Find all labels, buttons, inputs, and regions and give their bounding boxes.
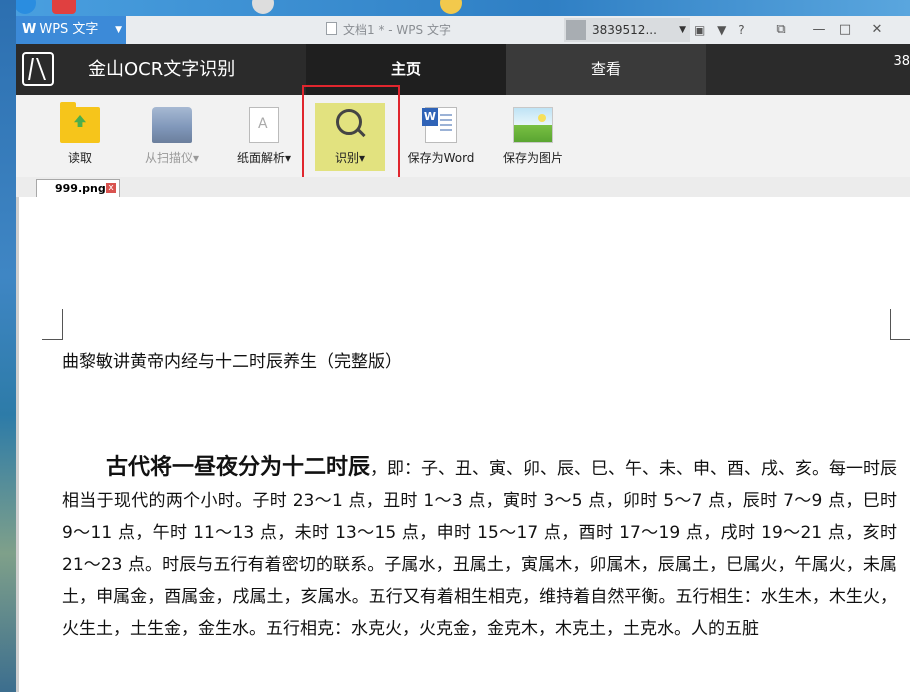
page-layout-icon [249, 107, 279, 143]
document-title-text: 文档1 * - WPS 文字 [343, 23, 451, 37]
document-tab-name: 999.png [55, 182, 106, 195]
chrome-icon[interactable] [252, 0, 274, 14]
document-title: 文档1 * - WPS 文字 [326, 16, 451, 44]
document-lead: 古代将一昼夜分为十二时辰 [106, 454, 371, 480]
app-title: 金山OCR文字识别 [88, 59, 236, 80]
minimize-button[interactable]: — [806, 16, 832, 44]
user-name: 3839512... [592, 23, 657, 37]
chevron-down-icon: ▼ [115, 25, 122, 35]
chevron-down-icon: ▾ [284, 151, 292, 165]
avatar [566, 20, 586, 40]
read-label: 读取 [67, 151, 92, 165]
save-word-button[interactable]: 保存为Word [402, 103, 480, 171]
folder-icon[interactable] [440, 0, 462, 14]
desktop-taskbar [0, 0, 910, 16]
wps-title-bar: W WPS 文字 ▼ 文档1 * - WPS 文字 3839512... ▼ ▣ … [16, 16, 910, 45]
document-page[interactable]: 曲黎敏讲黄帝内经与十二时辰养生（完整版） 古代将一昼夜分为十二时辰，即：子、丑、… [16, 197, 910, 692]
margin-corner-left [42, 309, 63, 340]
tab-view[interactable]: 查看 [506, 44, 706, 95]
close-tab-icon[interactable]: x [106, 183, 116, 193]
scanner-icon [152, 107, 192, 143]
chevron-down-icon: ▾ [192, 151, 200, 165]
save-image-label: 保存为图片 [502, 151, 563, 165]
scanner-button[interactable]: 从扫描仪▾ [134, 103, 210, 171]
document-icon [326, 22, 337, 35]
folder-open-icon [60, 102, 100, 143]
page-analysis-button[interactable]: 纸面解析▾ [226, 103, 302, 171]
read-button[interactable]: 读取 [42, 102, 118, 171]
document-body: 古代将一昼夜分为十二时辰，即：子、丑、寅、卯、辰、巳、午、未、申、酉、戌、亥。每… [62, 451, 897, 645]
ocr-header: 金山OCR文字识别 主页 查看 38 [16, 44, 910, 95]
margin-corner-right [890, 309, 910, 340]
document-tab-strip: 999.png x [16, 177, 910, 198]
title-toolbar: ▣ ▼ ? [694, 16, 753, 44]
document-body-text: ，即：子、丑、寅、卯、辰、巳、午、未、申、酉、戌、亥。每一时辰相当于现代的两个小… [62, 459, 898, 639]
skin-icon[interactable]: ▣ [694, 16, 705, 44]
scanner-label: 从扫描仪 [144, 151, 193, 165]
ribbon-toolbar: 读取 从扫描仪▾ 纸面解析▾ 识别▾ 保存为Word 保存为图片 [16, 95, 910, 178]
wps-app-label: WPS 文字 [39, 22, 99, 37]
document-heading: 曲黎敏讲黄帝内经与十二时辰养生（完整版） [62, 352, 402, 372]
document-tab[interactable]: 999.png x [36, 179, 120, 197]
close-button[interactable]: ✕ [864, 16, 890, 44]
desktop-background [0, 0, 16, 692]
help-button[interactable]: ? [738, 16, 744, 44]
shirt-icon[interactable]: ▼ [717, 16, 726, 44]
image-icon [513, 107, 553, 143]
word-doc-icon [422, 107, 457, 143]
maximize-button[interactable]: □ [832, 16, 858, 44]
page-analysis-label: 纸面解析 [236, 151, 285, 165]
save-image-button[interactable]: 保存为图片 [494, 103, 572, 171]
wps-menu-button[interactable]: W WPS 文字 ▼ [16, 16, 126, 44]
save-word-label: 保存为Word [407, 151, 475, 165]
ocr-logo-icon [22, 52, 54, 86]
header-number: 38 [893, 54, 910, 69]
restore-icon[interactable]: ⧉ [768, 16, 794, 44]
ie-icon[interactable] [14, 0, 36, 14]
chevron-down-icon: ▼ [679, 25, 686, 35]
app-icon[interactable] [52, 0, 76, 14]
wps-logo-icon: W [22, 22, 37, 37]
user-account[interactable]: 3839512... ▼ [564, 18, 690, 42]
